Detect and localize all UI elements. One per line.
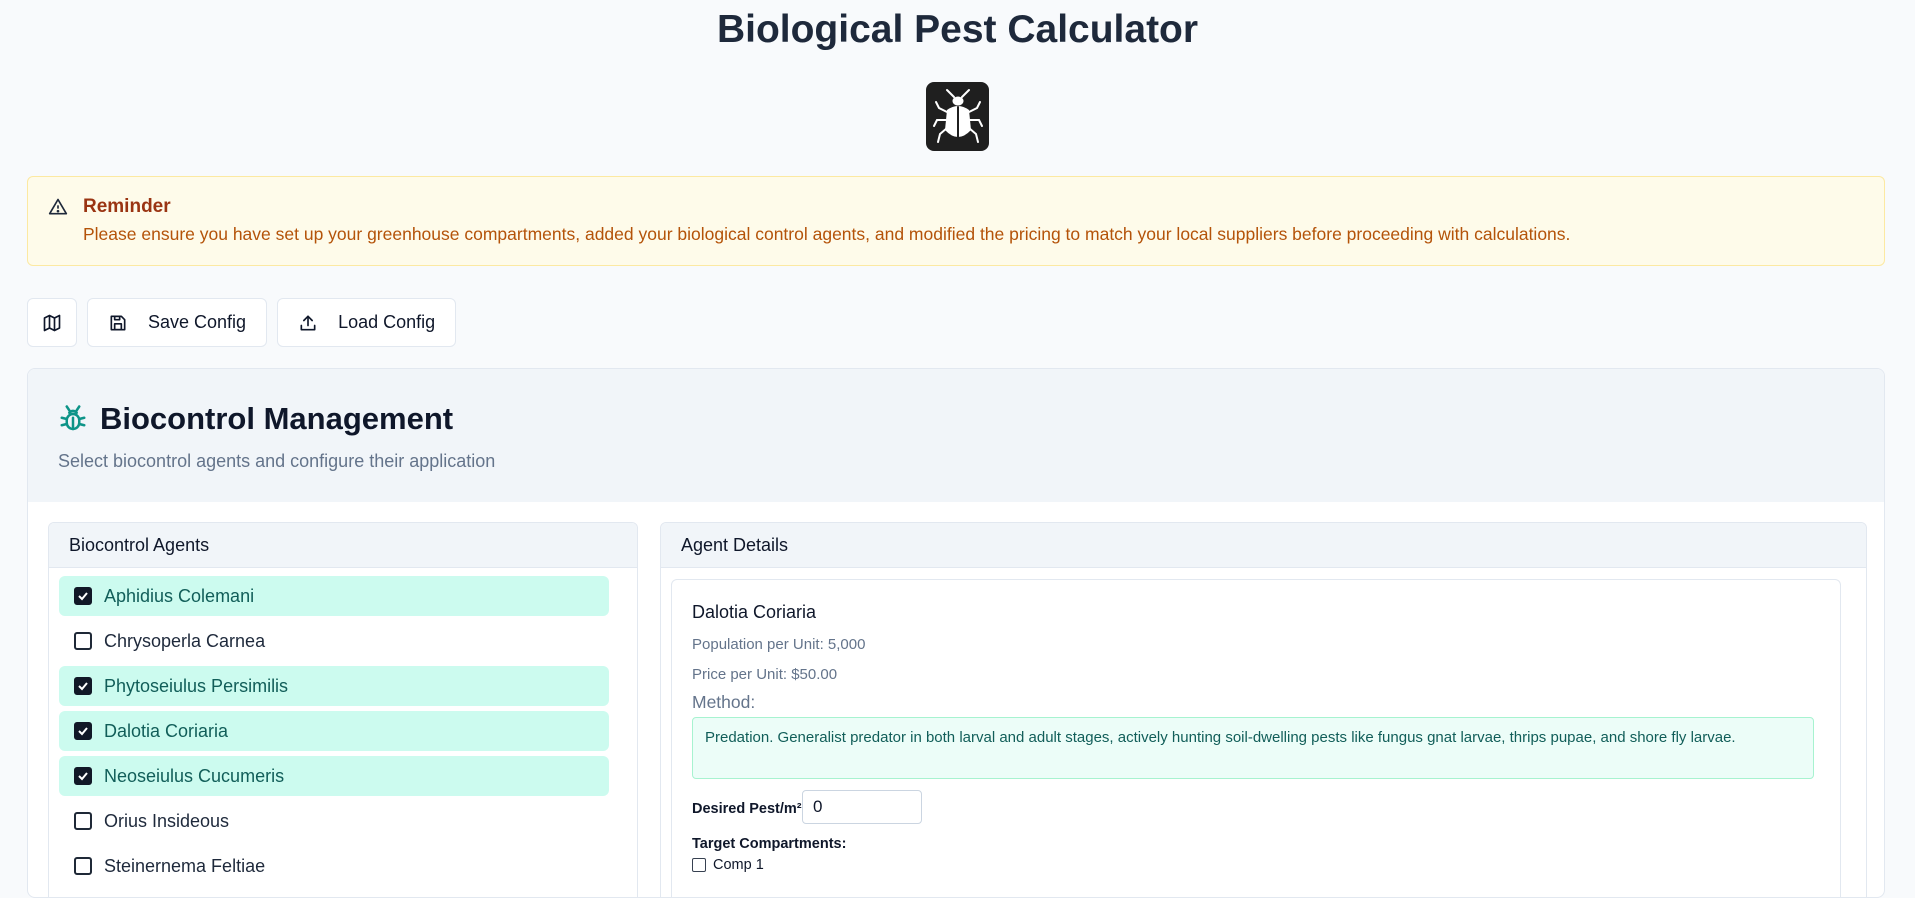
method-description: Predation. Generalist predator in both l… [692,717,1814,779]
agent-item[interactable]: Steinernema Feltiae [59,846,609,886]
agent-label: Dalotia Coriaria [104,720,229,741]
agent-item[interactable]: Phytoseiulus Persimilis [59,666,609,706]
agents-card: Biocontrol Agents Aphidius Colemani Chrys… [48,522,638,897]
reminder-text: Please ensure you have set up your green… [83,224,1571,244]
biocontrol-subtitle: Select biocontrol agents and configure t… [58,451,496,471]
save-icon [110,315,126,330]
reminder-banner: Reminder Please ensure you have set up y… [27,176,1885,266]
agent-name: Dalotia Coriaria [692,602,817,622]
agent-label: Orius Insideous [104,810,230,831]
page-title: Biological Pest Calculator [716,8,1199,51]
warning-triangle-icon [48,197,68,222]
population-per-unit: Population per Unit: 5,000 [692,636,866,653]
agent-label: Neoseiulus Cucumeris [104,765,285,786]
agent-details-header: Agent Details [661,523,1866,568]
compartment-checkbox[interactable] [692,858,706,872]
desired-pest-input[interactable] [802,790,922,824]
toolbar: Save Config Load Config [27,298,457,347]
save-config-button[interactable]: Save Config [87,298,268,347]
agent-list: Aphidius Colemani Chrysoperla Carnea Phyto… [49,568,637,886]
agent-checkbox[interactable] [74,812,92,830]
target-compartments-label: Target Compartments: [692,836,847,852]
agent-checkbox[interactable] [74,767,92,785]
save-config-label: Save Config [148,312,247,332]
agent-checkbox[interactable] [74,722,92,740]
bug-outline-icon [60,405,86,431]
agent-checkbox[interactable] [74,677,92,695]
biocontrol-panel: Biocontrol Management Select biocontrol … [27,368,1885,898]
load-config-button[interactable]: Load Config [277,298,457,347]
agent-item[interactable]: Neoseiulus Cucumeris [59,756,609,796]
agent-label: Aphidius Colemani [104,585,255,606]
agent-label: Chrysoperla Carnea [104,630,266,651]
agent-checkbox[interactable] [74,587,92,605]
compartment-option[interactable]: Comp 1 [692,857,764,873]
agent-item[interactable]: Chrysoperla Carnea [59,621,609,661]
agent-checkbox[interactable] [74,632,92,650]
agent-item[interactable]: Aphidius Colemani [59,576,609,616]
compartment-label: Comp 1 [713,857,764,873]
agents-card-header: Biocontrol Agents [49,523,637,568]
bug-icon [926,82,989,151]
agent-item[interactable]: Dalotia Coriaria [59,711,609,751]
map-icon [43,314,61,331]
desired-pest-label: Desired Pest/m²: [692,801,807,817]
agent-item[interactable]: Orius Insideous [59,801,609,841]
agent-label: Phytoseiulus Persimilis [104,675,289,696]
map-button[interactable] [27,298,77,347]
load-config-label: Load Config [338,312,436,332]
method-label: Method: [692,692,756,712]
biocontrol-header: Biocontrol Management Select biocontrol … [28,369,1884,502]
agent-details-card: Agent Details Dalotia Coriaria Populatio… [660,522,1867,897]
agent-checkbox[interactable] [74,857,92,875]
biocontrol-title: Biocontrol Management [100,401,454,436]
price-per-unit: Price per Unit: $50.00 [692,666,838,683]
agent-label: Steinernema Feltiae [104,855,266,876]
agent-detail-box: Dalotia Coriaria Population per Unit: 5,… [671,579,1841,897]
reminder-title: Reminder [83,196,171,217]
upload-icon [300,315,316,330]
